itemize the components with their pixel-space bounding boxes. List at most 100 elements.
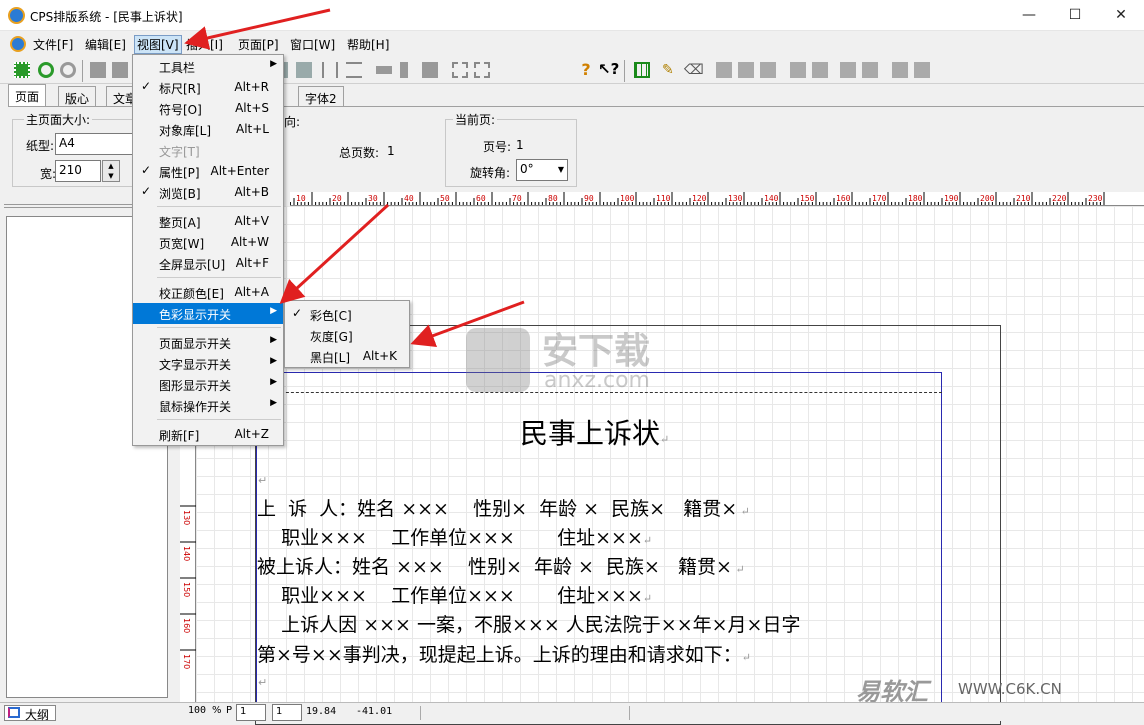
- page-no-value: 1: [516, 138, 524, 152]
- ruler-tick-label: 130: [728, 194, 743, 203]
- menu-item-text: 文字[T]: [159, 145, 200, 159]
- menu-edit[interactable]: 编辑[E]: [85, 36, 126, 53]
- title-bar: CPS排版系统 - [民事上诉状] — ☐ ✕: [0, 0, 1144, 31]
- table-style-icon[interactable]: [914, 62, 930, 78]
- doc-line-text: 职业××× 工作单位××× 住址×××: [257, 585, 643, 607]
- insert-row-icon[interactable]: [790, 62, 806, 78]
- tab-font2[interactable]: 字体2: [298, 86, 344, 108]
- width-input[interactable]: 210: [55, 160, 101, 182]
- doc-line[interactable]: 上诉人因 ××× 一案，不服××× 人民法院于××年×月×日字: [257, 610, 800, 637]
- menu-item-whole-page[interactable]: 整页[A] Alt+V: [133, 211, 283, 232]
- rotation-select[interactable]: 0° ▼: [516, 159, 568, 181]
- paper-type-select[interactable]: A4: [55, 133, 135, 155]
- menu-insert[interactable]: 插入[I]: [186, 36, 223, 53]
- table-prop-icon[interactable]: [892, 62, 908, 78]
- submenu-item-color[interactable]: ✓ 彩色[C]: [285, 304, 409, 325]
- paragraph-mark-icon: ↵: [642, 534, 653, 547]
- menu-item-fullscreen[interactable]: 全屏显示[U] Alt+F: [133, 253, 283, 274]
- menu-item-properties[interactable]: ✓ 属性[P] Alt+Enter: [133, 161, 283, 182]
- ruler-tick-label: 150: [800, 194, 815, 203]
- menu-separator: [157, 327, 281, 328]
- tab-page[interactable]: 页面: [8, 84, 47, 108]
- paragraph-mark-icon: ↵: [660, 433, 670, 446]
- group-icon[interactable]: [90, 62, 106, 78]
- total-pages-label: 总页数:: [339, 146, 380, 160]
- doc-line[interactable]: 第×号××事判决，现提起上诉。上诉的理由和请求如下：↵: [257, 640, 751, 667]
- ruler-tick-label: 10: [296, 194, 306, 203]
- maximize-button[interactable]: ☐: [1052, 0, 1098, 31]
- page-input[interactable]: 1: [236, 704, 266, 721]
- eraser-icon[interactable]: ⌫: [684, 62, 704, 78]
- menu-page[interactable]: 页面[P]: [238, 36, 279, 53]
- same-height-icon[interactable]: [400, 62, 408, 78]
- coord-x: 19.84: [306, 706, 337, 717]
- toolbar-separator: [624, 60, 625, 82]
- same-width-icon[interactable]: [376, 66, 392, 74]
- menu-item-refresh[interactable]: 刷新[F] Alt+Z: [133, 424, 283, 445]
- menu-item-color-display[interactable]: 色彩显示开关 ▶: [133, 303, 283, 324]
- doc-line[interactable]: 职业××× 工作单位××× 住址×××↵: [257, 581, 652, 608]
- menu-file[interactable]: 文件[F]: [33, 36, 73, 53]
- space-v-icon[interactable]: [346, 62, 362, 78]
- submenu-item-black-white[interactable]: 黑白[L] Alt+K: [285, 346, 409, 367]
- menu-bar: 文件[F] 编辑[E] 视图[V] 插入[I] 页面[P] 窗口[W] 帮助[H…: [0, 32, 1144, 56]
- horizontal-ruler[interactable]: 10 20 30 40 50 60 70 80 90 100 110 120 130 140 150 160 1…: [290, 192, 1144, 206]
- menu-help[interactable]: 帮助[H]: [347, 36, 389, 53]
- select-frame-icon[interactable]: [14, 62, 30, 78]
- menu-item-text-display[interactable]: 文字显示开关 ▶: [133, 353, 283, 374]
- cell-split-icon[interactable]: [738, 62, 754, 78]
- insert-col-icon[interactable]: [812, 62, 828, 78]
- rotation-label: 旋转角:: [470, 166, 511, 180]
- doc-line[interactable]: 被上诉人：姓名 ××× 性别× 年龄 × 民族× 籍贯× ↵: [257, 552, 745, 579]
- submenu-item-grayscale[interactable]: 灰度[G]: [285, 325, 409, 346]
- same-size-icon[interactable]: [422, 62, 438, 78]
- menu-item-toolbar[interactable]: 工具栏 ▶: [133, 56, 283, 77]
- menu-view[interactable]: 视图[V]: [134, 35, 182, 54]
- ungroup-icon[interactable]: [112, 62, 128, 78]
- document-title[interactable]: 民事上诉状↵: [520, 412, 669, 452]
- unlink-icon[interactable]: [60, 62, 76, 78]
- help-icon[interactable]: ?: [578, 60, 594, 79]
- menu-window[interactable]: 窗口[W]: [290, 36, 335, 53]
- doc-line[interactable]: 上 诉 人：姓名 ××× 性别× 年龄 × 民族× 籍贯× ↵: [257, 494, 750, 521]
- ruler-tick-label: 140: [764, 194, 779, 203]
- menu-item-mouse-operation[interactable]: 鼠标操作开关 ▶: [133, 395, 283, 416]
- page-label: P: [226, 705, 233, 716]
- ruler-tick-label: 170: [872, 194, 887, 203]
- tab-layout[interactable]: 版心: [58, 86, 97, 108]
- fit-frame-icon[interactable]: [452, 62, 468, 78]
- menu-item-calibrate-color[interactable]: 校正颜色[E] Alt+A: [133, 282, 283, 303]
- width-stepper[interactable]: ▲ ▼: [102, 160, 120, 182]
- submenu-arrow-icon: ▶: [270, 59, 277, 69]
- close-button[interactable]: ✕: [1098, 0, 1144, 31]
- ruler-tick-label: 80: [548, 194, 558, 203]
- horizontal-ruler-scale: 10 20 30 40 50 60 70 80 90 100 110 120 130 140 150 160 1…: [290, 192, 1105, 205]
- current-page-label: 当前页:: [453, 111, 498, 128]
- menu-item-ruler[interactable]: ✓ 标尺[R] Alt+R: [133, 77, 283, 98]
- menu-item-page-width[interactable]: 页宽[W] Alt+W: [133, 232, 283, 253]
- cell-merge-icon[interactable]: [716, 62, 732, 78]
- cell-icon[interactable]: [760, 62, 776, 78]
- pencil-icon[interactable]: ✎: [662, 62, 678, 78]
- space-h-icon[interactable]: [322, 62, 338, 78]
- ruler-tick-label: 160: [836, 194, 851, 203]
- menu-item-object-library[interactable]: 对象库[L] Alt+L: [133, 119, 283, 140]
- menu-item-page-display[interactable]: 页面显示开关 ▶: [133, 332, 283, 353]
- menu-item-graphic-display[interactable]: 图形显示开关 ▶: [133, 374, 283, 395]
- horizontal-scrollbar[interactable]: [420, 706, 630, 720]
- minimize-button[interactable]: —: [1006, 0, 1052, 31]
- delete-row-icon[interactable]: [840, 62, 856, 78]
- distribute-h-icon[interactable]: [296, 62, 312, 78]
- delete-col-icon[interactable]: [862, 62, 878, 78]
- direction-label: 向:: [284, 115, 301, 129]
- document-icon[interactable]: [10, 36, 26, 52]
- link-icon[interactable]: [38, 62, 54, 78]
- menu-item-browse[interactable]: ✓ 浏览[B] Alt+B: [133, 182, 283, 203]
- table-icon[interactable]: [634, 62, 650, 78]
- toolbar-separator: [82, 60, 83, 82]
- menu-item-symbol[interactable]: 符号[O] Alt+S: [133, 98, 283, 119]
- doc-line[interactable]: 职业××× 工作单位××× 住址×××↵: [257, 523, 652, 550]
- context-help-icon[interactable]: ↖?: [598, 60, 619, 78]
- fit-content-icon[interactable]: [474, 62, 490, 78]
- page-no-label: 页号:: [483, 140, 512, 154]
